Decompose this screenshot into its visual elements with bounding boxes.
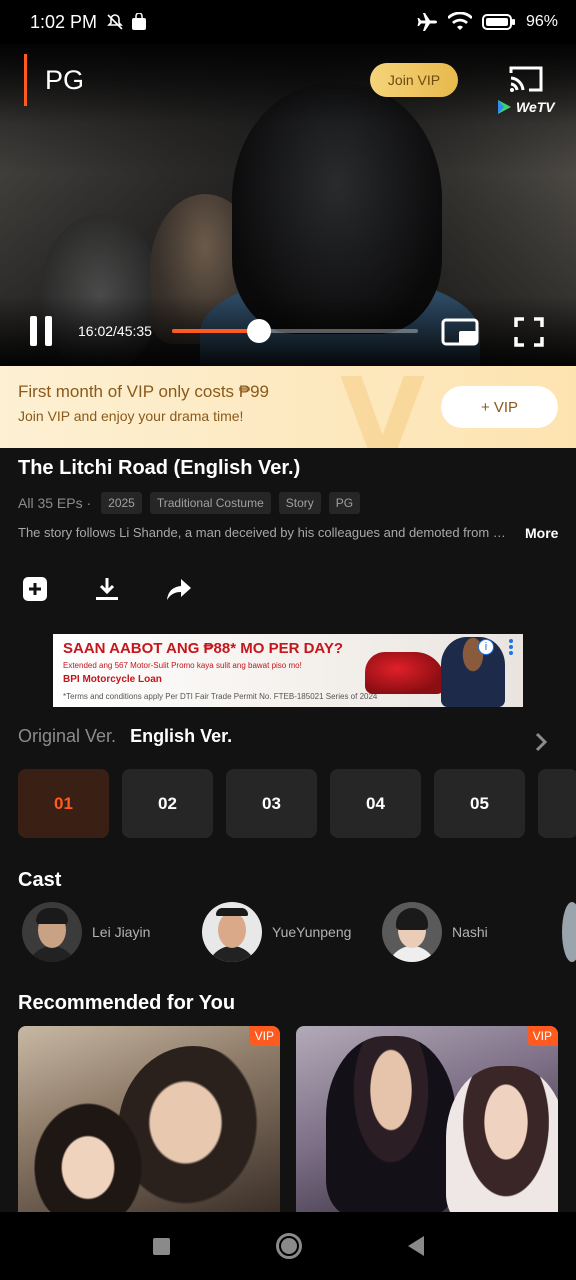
video-player[interactable]: PG Join VIP WeTV 16:02/45:35 (0, 44, 576, 366)
battery-icon (481, 14, 515, 30)
wetv-logo: WeTV (496, 99, 555, 115)
ad-fine-print: *Terms and conditions apply Per DTI Fair… (63, 692, 378, 701)
avatar (22, 902, 82, 962)
avatar (382, 902, 442, 962)
episode-button[interactable]: 05 (434, 769, 525, 838)
tag-category[interactable]: Story (278, 492, 321, 514)
back-icon[interactable] (407, 1236, 424, 1256)
cast-member-partial[interactable] (562, 902, 576, 962)
progress-fill (172, 329, 259, 333)
cast-name: Nashi (452, 924, 488, 940)
show-meta: All 35 EPs · 2025 Traditional Costume St… (18, 492, 361, 514)
ad-banner[interactable]: SAAN AABOT ANG ₱88* MO PER DAY? Extended… (53, 634, 523, 707)
cast-icon[interactable] (508, 64, 544, 94)
episode-button[interactable]: 04 (330, 769, 421, 838)
vip-badge: VIP (248, 1026, 280, 1046)
home-icon[interactable] (275, 1233, 302, 1259)
playback-time: 16:02/45:35 (78, 323, 152, 339)
version-english[interactable]: English Ver. (130, 726, 232, 747)
add-to-list-icon[interactable] (22, 576, 48, 602)
ad-person-image (441, 637, 505, 707)
shop-icon (132, 13, 147, 30)
picture-in-picture-icon[interactable] (441, 318, 479, 346)
ad-menu-icon[interactable] (505, 637, 517, 657)
brand-name: WeTV (516, 99, 555, 115)
avatar (202, 902, 262, 962)
episode-count: All 35 EPs · (18, 495, 92, 511)
airplane-icon (417, 13, 437, 31)
cast-section-title: Cast (18, 869, 62, 891)
recommended-card[interactable]: VIP (296, 1026, 558, 1212)
ad-brand: BPI Motorcycle Loan (63, 674, 162, 685)
tag-year[interactable]: 2025 (101, 492, 142, 514)
version-selector: Original Ver. English Ver. (18, 726, 558, 747)
episode-button[interactable]: 01 (18, 769, 109, 838)
vip-promo-banner[interactable]: V First month of VIP only costs ₱99 Join… (0, 366, 576, 448)
chevron-right-icon[interactable] (534, 732, 548, 752)
join-vip-button[interactable]: Join VIP (370, 63, 458, 97)
ad-subline: Extended ang 567 Motor-Sulit Promo kaya … (63, 661, 302, 670)
progress-bar[interactable] (172, 319, 418, 343)
add-vip-button[interactable]: + VIP (441, 386, 558, 428)
cast-name: YueYunpeng (272, 924, 352, 940)
download-icon[interactable] (94, 576, 120, 602)
tag-genre[interactable]: Traditional Costume (149, 492, 271, 514)
cast-member[interactable]: YueYunpeng (202, 902, 382, 962)
ad-info-icon[interactable]: i (478, 639, 494, 655)
avatar (562, 902, 576, 962)
wetv-play-icon (498, 100, 511, 114)
version-original[interactable]: Original Ver. (18, 726, 116, 747)
cast-member[interactable]: Nashi (382, 902, 562, 962)
episode-button[interactable]: 02 (122, 769, 213, 838)
status-bar: 1:02 PM 96% (0, 0, 576, 44)
tag-rating[interactable]: PG (328, 492, 361, 514)
fullscreen-icon[interactable] (513, 316, 545, 348)
wifi-icon (447, 12, 472, 30)
cast-member[interactable]: Lei Jiayin (22, 902, 202, 962)
episode-button[interactable]: 03 (226, 769, 317, 838)
mute-icon (107, 14, 123, 30)
battery-level: 96% (525, 13, 558, 30)
content-rating: PG (24, 54, 84, 106)
recommended-list: VIP VIP (18, 1026, 558, 1212)
share-icon[interactable] (166, 576, 192, 602)
ad-headline: SAAN AABOT ANG ₱88* MO PER DAY? (63, 640, 344, 657)
cast-name: Lei Jiayin (92, 924, 151, 940)
episode-button-partial[interactable] (538, 769, 576, 838)
pause-icon (30, 316, 37, 346)
more-button[interactable]: More (525, 525, 558, 541)
episode-list: 01 02 03 04 05 (18, 769, 576, 838)
vip-watermark: V (340, 366, 426, 448)
vip-badge: VIP (526, 1026, 558, 1046)
progress-handle[interactable] (246, 319, 271, 343)
recommended-section-title: Recommended for You (18, 992, 236, 1014)
ad-motorcycle-image (365, 652, 445, 694)
system-nav-bar (0, 1212, 576, 1280)
vip-promo-subline: Join VIP and enjoy your drama time! (18, 408, 244, 424)
action-row (22, 576, 192, 602)
cast-list: Lei Jiayin YueYunpeng Nashi (22, 902, 576, 962)
status-time: 1:02 PM (30, 11, 98, 32)
show-title: The Litchi Road (English Ver.) (18, 457, 301, 479)
show-description: The story follows Li Shande, a man decei… (18, 525, 512, 540)
recommended-card[interactable]: VIP (18, 1026, 280, 1212)
pause-button[interactable] (30, 316, 58, 346)
recent-apps-icon[interactable] (152, 1237, 170, 1255)
vip-promo-headline: First month of VIP only costs ₱99 (18, 382, 270, 401)
